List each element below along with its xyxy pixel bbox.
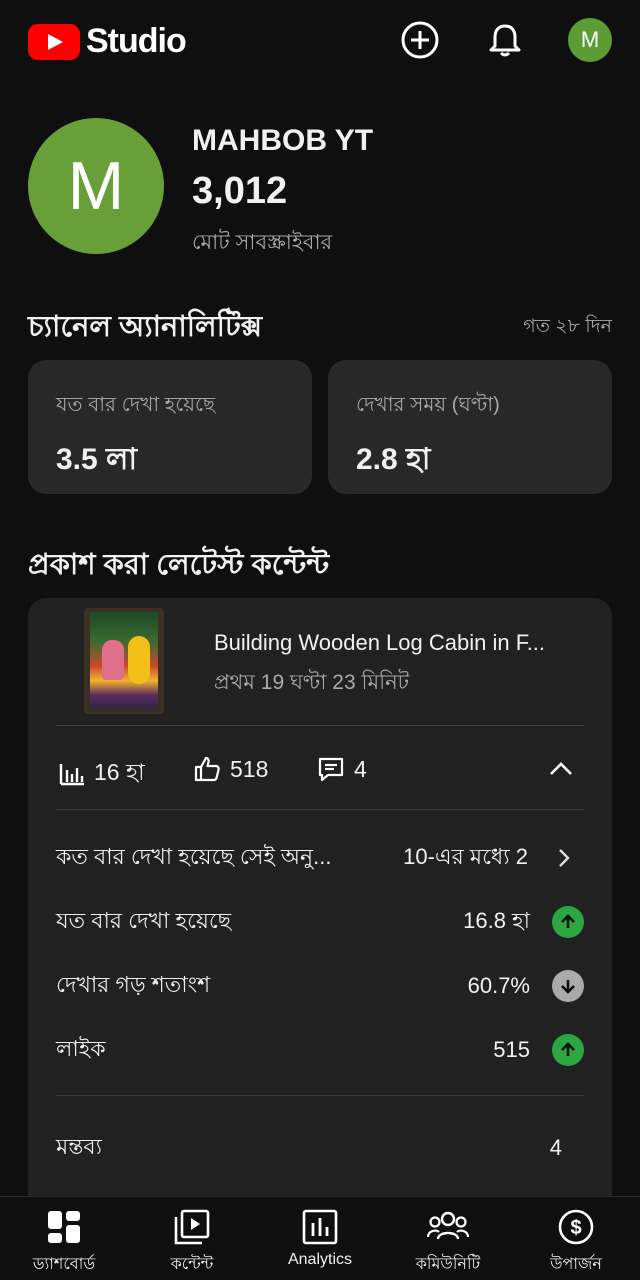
comment-icon: [318, 757, 344, 782]
subscriber-label: মোট সাবস্ক্রাইবার: [192, 231, 333, 254]
channel-name: MAHBOB YT: [192, 124, 374, 157]
nav-label: উপার্জন: [550, 1256, 602, 1273]
thumbnail-fruit: [128, 636, 150, 684]
studio-logo[interactable]: Studio: [28, 22, 187, 61]
views-metric: 16 হা: [58, 754, 145, 793]
row-value: 10-এর মধ্যে 2: [403, 843, 528, 869]
nav-content[interactable]: কন্টেন্ট: [128, 1197, 256, 1280]
row-label: কত বার দেখা হয়েছে সেই অনু...: [56, 843, 332, 869]
stat-value: 2.8 হা: [356, 443, 431, 476]
comments-row: মন্তব্য 4: [56, 1128, 584, 1168]
nav-label: ড্যাশবোর্ড: [32, 1256, 96, 1273]
trend-up-icon: [552, 906, 584, 938]
row-label: মন্তব্য: [56, 1133, 103, 1159]
divider: [56, 725, 584, 726]
account-avatar[interactable]: M: [568, 18, 612, 62]
dashboard-icon: [48, 1211, 80, 1243]
analytics-icon: [302, 1209, 338, 1245]
nav-label: কন্টেন্ট: [170, 1256, 214, 1273]
stat-label: দেখার সময় (ঘণ্টা): [356, 394, 500, 416]
avg-percent-row: দেখার গড় শতাংশ 60.7%: [56, 966, 584, 1006]
stat-label: যত বার দেখা হয়েছে: [56, 394, 216, 416]
thumbnail-figure: [102, 640, 124, 680]
top-app-bar: Studio M: [0, 0, 640, 84]
channel-avatar: M: [28, 118, 164, 254]
row-value: 515: [493, 1037, 530, 1062]
video-subtitle: প্রথম 19 ঘণ্টা 23 মিনিট: [214, 671, 410, 694]
plus-circle-icon: [401, 21, 439, 59]
stat-value: 3.5 লা: [56, 443, 138, 476]
ranking-row[interactable]: কত বার দেখা হয়েছে সেই অনু... 10-এর মধ্য…: [56, 838, 584, 878]
row-value: 4: [549, 1135, 562, 1160]
logo-text: Studio: [86, 22, 187, 60]
comments-metric: 4: [316, 754, 367, 784]
comments-value: 4: [354, 755, 367, 782]
svg-text:$: $: [570, 1217, 581, 1239]
row-label: লাইক: [56, 1035, 106, 1061]
nav-label: Analytics: [287, 1251, 353, 1268]
collapse-button[interactable]: [546, 754, 576, 789]
likes-metric: 518: [192, 754, 268, 784]
community-icon: [426, 1211, 470, 1240]
likes-row: লাইক 515: [56, 1030, 584, 1070]
latest-content-card: Building Wooden Log Cabin in F... প্রথম …: [28, 598, 612, 1258]
row-label: দেখার গড় শতাংশ: [56, 971, 211, 997]
watch-time-stat-card[interactable]: দেখার সময় (ঘণ্টা) 2.8 হা: [328, 360, 612, 494]
chevron-up-icon: [550, 762, 572, 775]
trend-up-icon: [552, 1034, 584, 1066]
create-button[interactable]: [398, 18, 442, 62]
notifications-button[interactable]: [483, 18, 527, 62]
nav-dashboard[interactable]: ড্যাশবোর্ড: [0, 1197, 128, 1280]
nav-community[interactable]: কমিউনিটি: [384, 1197, 512, 1280]
analytics-section-title: চ্যানেল অ্যানালিটিক্স: [28, 311, 263, 343]
row-value: 60.7%: [467, 973, 530, 998]
chevron-right-icon: [559, 849, 570, 867]
youtube-logo-icon: [28, 23, 80, 60]
nav-earn[interactable]: $ উপার্জন: [512, 1197, 640, 1280]
analytics-period: গত ২৮ দিন: [523, 316, 612, 337]
earn-icon: $: [558, 1209, 594, 1245]
content-icon: [174, 1209, 210, 1245]
trend-down-icon: [552, 970, 584, 1002]
thumbs-up-icon: [194, 756, 220, 782]
nav-analytics[interactable]: Analytics: [256, 1197, 384, 1280]
video-title[interactable]: Building Wooden Log Cabin in F...: [214, 630, 594, 656]
bar-chart-icon: [59, 763, 84, 785]
views-stat-card[interactable]: যত বার দেখা হয়েছে 3.5 লা: [28, 360, 312, 494]
bell-icon: [489, 24, 521, 57]
divider: [56, 1095, 584, 1096]
nav-label: কমিউনিটি: [415, 1256, 481, 1273]
subscriber-count: 3,012: [192, 170, 288, 212]
views-row: যত বার দেখা হয়েছে 16.8 হা: [56, 902, 584, 942]
row-label: যত বার দেখা হয়েছে: [56, 907, 232, 933]
views-value: 16 হা: [94, 759, 145, 785]
divider: [56, 809, 584, 810]
thumbnail-image: [90, 612, 158, 710]
video-thumbnail[interactable]: [84, 608, 164, 714]
row-value: 16.8 হা: [463, 907, 530, 933]
latest-content-title: প্রকাশ করা লেটেস্ট কন্টেন্ট: [28, 549, 330, 581]
bottom-navigation: ড্যাশবোর্ড কন্টেন্ট Analytics কমিউনিটি $…: [0, 1196, 640, 1280]
likes-value: 518: [230, 755, 269, 782]
